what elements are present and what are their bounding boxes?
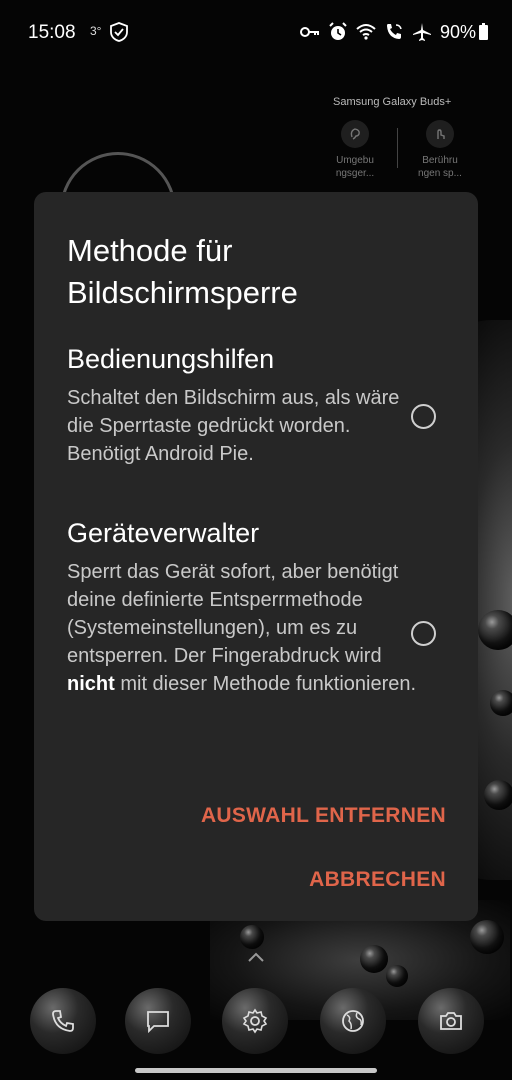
wallpaper-bubble	[470, 920, 504, 954]
option-device-admin-title: Geräteverwalter	[67, 518, 260, 548]
option-device-admin[interactable]: Geräteverwalter Sperrt das Gerät sofort,…	[67, 516, 427, 698]
dialog-title: Methode für Bildschirmsperre	[67, 233, 298, 310]
option-accessibility[interactable]: Bedienungshilfen Schaltet den Bildschirm…	[67, 342, 427, 468]
buds-ambient-label: Umgebu ngsger...	[335, 155, 375, 179]
messages-icon[interactable]	[125, 988, 191, 1054]
option-device-admin-radio[interactable]	[411, 621, 436, 646]
wallpaper-bubble	[240, 925, 264, 949]
wallpaper-bubble	[478, 610, 512, 650]
lock-method-dialog: Methode für Bildschirmsperre Bedienungsh…	[34, 192, 478, 921]
chevron-up-icon[interactable]	[247, 951, 265, 963]
gesture-nav-handle[interactable]	[135, 1068, 377, 1073]
buds-touch-toggle[interactable]: Berühru ngen sp...	[410, 120, 470, 180]
browser-icon[interactable]	[320, 988, 386, 1054]
shield-icon	[110, 22, 128, 42]
camera-icon[interactable]	[418, 988, 484, 1054]
wallpaper-bubble	[360, 945, 388, 973]
buds-touch-label: Berühru ngen sp...	[418, 155, 462, 179]
status-icons	[300, 22, 432, 42]
device-admin-description-start: Sperrt das Gerät sofort, aber benötigt d…	[67, 561, 399, 667]
option-accessibility-description: Schaltet den Bildschirm aus, als wäre di…	[67, 387, 400, 465]
device-admin-description-end: mit dieser Methode funktionieren.	[114, 673, 417, 695]
buds-divider	[397, 128, 398, 168]
status-bar: 15:08 3° 90%	[0, 0, 512, 64]
status-time: 15:08	[28, 22, 76, 43]
option-accessibility-radio[interactable]	[411, 404, 436, 429]
buds-widget-title: Samsung Galaxy Buds+	[333, 96, 452, 108]
airplane-icon	[413, 23, 431, 41]
battery-icon	[479, 23, 488, 40]
option-accessibility-title: Bedienungshilfen	[67, 344, 275, 374]
key-icon	[300, 27, 319, 37]
wallpaper-bubble	[490, 690, 512, 716]
wifi-calling-icon	[387, 24, 402, 39]
buds-ambient-sound-toggle[interactable]: Umgebu ngsger...	[325, 120, 385, 180]
wallpaper-bubble	[484, 780, 512, 810]
touch-lock-icon	[426, 120, 454, 148]
option-device-admin-description: Sperrt das Gerät sofort, aber benötigt d…	[67, 558, 427, 698]
device-admin-description-emphasis: nicht	[67, 673, 115, 695]
cancel-button[interactable]: ABBRECHEN	[309, 868, 446, 892]
status-temperature: 3°	[90, 24, 102, 38]
wifi-icon	[356, 24, 376, 40]
wallpaper-bubble	[386, 965, 408, 987]
battery-percentage: 90%	[439, 22, 476, 42]
clear-selection-button[interactable]: AUSWAHL ENTFERNEN	[201, 804, 446, 828]
phone-icon[interactable]	[30, 988, 96, 1054]
alarm-icon	[329, 22, 347, 40]
settings-icon[interactable]	[222, 988, 288, 1054]
ear-icon	[341, 120, 369, 148]
